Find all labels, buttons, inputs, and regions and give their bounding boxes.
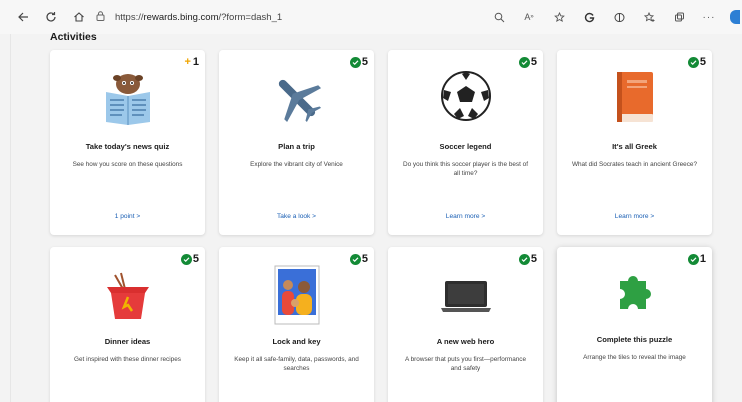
favorites-star-icon bbox=[643, 11, 654, 22]
magnifier-icon bbox=[494, 12, 504, 22]
points-value: 5 bbox=[361, 56, 368, 68]
points-badge: 5 bbox=[518, 56, 537, 68]
card-title: Take today's news quiz bbox=[85, 142, 170, 151]
card-description: Explore the vibrant city of Venice bbox=[250, 161, 343, 168]
split-screen-icon bbox=[614, 12, 624, 22]
check-icon bbox=[180, 253, 192, 265]
card-link[interactable]: 1 point > bbox=[50, 213, 205, 220]
card-description: Arrange the tiles to reveal the image bbox=[583, 354, 686, 361]
home-button[interactable] bbox=[70, 8, 88, 26]
favorites-button[interactable] bbox=[640, 8, 658, 26]
check-icon bbox=[349, 56, 361, 68]
check-icon bbox=[518, 56, 530, 68]
card-title: It's all Greek bbox=[612, 142, 657, 151]
card-link[interactable]: Take a look > bbox=[219, 213, 374, 220]
activity-card-its-all-greek[interactable]: 5 It's all Greek What did Socrates teach… bbox=[557, 50, 712, 235]
card-description: A browser that puts you first—performanc… bbox=[404, 356, 527, 373]
activity-card-plan-trip[interactable]: 5 Plan a trip Explore the vibrant city o… bbox=[219, 50, 374, 235]
browser-toolbar: https://rewards.bing.com/?form=dash_1 A»… bbox=[0, 0, 742, 34]
card-description: What did Socrates teach in ancient Greec… bbox=[571, 161, 698, 168]
card-description: See how you score on these questions bbox=[72, 161, 183, 168]
points-value: 5 bbox=[699, 56, 706, 68]
check-icon bbox=[349, 253, 361, 265]
activity-card-lock-and-key[interactable]: 5 Lock and key Keep it all safe-family, … bbox=[219, 247, 374, 402]
airplane-icon bbox=[278, 79, 321, 123]
refresh-button[interactable] bbox=[42, 8, 60, 26]
puzzle-piece-icon bbox=[619, 276, 651, 309]
lock-icon bbox=[96, 10, 105, 24]
star-icon bbox=[553, 11, 565, 22]
card-title: Soccer legend bbox=[439, 142, 492, 151]
back-button[interactable] bbox=[14, 8, 32, 26]
points-value: 1 bbox=[699, 253, 706, 265]
activity-card-soccer-legend[interactable]: 5 Soccer legend Do you think this soccer… bbox=[388, 50, 543, 235]
zoom-button[interactable] bbox=[490, 8, 508, 26]
card-description: Get inspired with these dinner recipes bbox=[74, 356, 181, 363]
activity-card-web-hero[interactable]: 5 A new web hero A browser that puts you… bbox=[388, 247, 543, 402]
check-icon bbox=[687, 56, 699, 68]
takeout-box-icon bbox=[106, 272, 149, 319]
more-options-button[interactable]: ··· bbox=[700, 8, 718, 26]
rewards-page: Activities + 1 Take today's news quiz Se… bbox=[10, 31, 742, 402]
points-value: 5 bbox=[530, 253, 537, 265]
card-title: Dinner ideas bbox=[104, 337, 151, 346]
check-icon bbox=[518, 253, 530, 265]
url-path: /?form=dash_1 bbox=[218, 11, 283, 23]
activity-card-dinner-ideas[interactable]: 5 Dinner ideas Get inspired with these d… bbox=[50, 247, 205, 402]
points-badge: 5 bbox=[518, 253, 537, 265]
section-title: Activities bbox=[50, 31, 97, 43]
card-description: Do you think this soccer player is the b… bbox=[402, 161, 529, 178]
points-badge: 5 bbox=[349, 56, 368, 68]
collections-button[interactable] bbox=[670, 8, 688, 26]
toolbar-actions: A» ··· bbox=[490, 8, 740, 26]
url-host: rewards.bing.com bbox=[143, 11, 219, 23]
plus-icon: + bbox=[184, 56, 191, 68]
card-title: Plan a trip bbox=[278, 142, 315, 151]
favorite-star-button[interactable] bbox=[550, 8, 568, 26]
card-title: Lock and key bbox=[272, 337, 321, 346]
extension-button[interactable] bbox=[580, 8, 598, 26]
card-link[interactable]: Learn more > bbox=[557, 213, 712, 220]
points-value: 5 bbox=[192, 253, 199, 265]
read-aloud-button[interactable]: A» bbox=[520, 8, 538, 26]
news-quiz-mascot-icon bbox=[105, 74, 150, 125]
split-screen-button[interactable] bbox=[610, 8, 628, 26]
refresh-icon bbox=[46, 12, 56, 22]
card-link[interactable]: Learn more > bbox=[388, 213, 543, 220]
home-icon bbox=[74, 12, 84, 22]
back-arrow-icon bbox=[18, 12, 28, 22]
points-badge: 1 bbox=[687, 253, 706, 265]
copilot-icon[interactable] bbox=[730, 10, 740, 24]
url-text: https://rewards.bing.com/?form=dash_1 bbox=[115, 12, 282, 23]
points-value: 1 bbox=[192, 56, 199, 68]
points-badge: 5 bbox=[687, 56, 706, 68]
book-icon bbox=[616, 72, 653, 122]
g-extension-icon bbox=[584, 12, 594, 22]
card-title: Complete this puzzle bbox=[596, 335, 673, 344]
points-badge: 5 bbox=[349, 253, 368, 265]
laptop-icon bbox=[440, 281, 491, 312]
nav-buttons bbox=[14, 8, 88, 26]
card-title: A new web hero bbox=[436, 337, 495, 346]
points-value: 5 bbox=[361, 253, 368, 265]
activity-card-complete-puzzle[interactable]: 1 Complete this puzzle Arrange the tiles… bbox=[557, 247, 712, 402]
url-prefix: https:// bbox=[115, 11, 144, 23]
soccer-ball-icon bbox=[440, 71, 491, 121]
family-photo-icon bbox=[274, 265, 319, 325]
activity-card-news-quiz[interactable]: + 1 Take today's news quiz See how you s… bbox=[50, 50, 205, 235]
points-badge: 5 bbox=[180, 253, 199, 265]
collections-icon bbox=[674, 12, 684, 21]
points-value: 5 bbox=[530, 56, 537, 68]
check-icon bbox=[687, 253, 699, 265]
card-description: Keep it all safe-family, data, passwords… bbox=[234, 356, 359, 373]
points-badge: + 1 bbox=[184, 56, 199, 68]
